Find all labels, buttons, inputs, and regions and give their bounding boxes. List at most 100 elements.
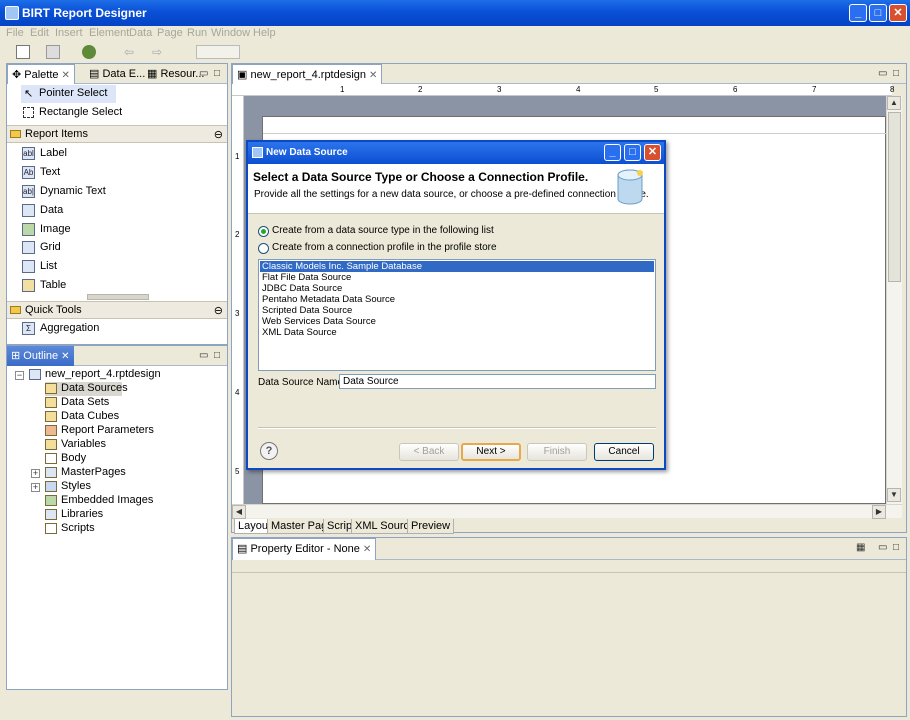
table-icon xyxy=(22,279,35,292)
close-icon[interactable]: ✕ xyxy=(889,4,907,22)
tab-report-design[interactable]: ▣ new_report_4.rptdesign ✕ xyxy=(232,64,383,84)
tree-item-data-sources[interactable]: Data SourcesData Sources.. xyxy=(45,382,128,396)
menu-page[interactable]: Page xyxy=(157,27,183,39)
vertical-ruler: 1 2 3 4 5 xyxy=(232,96,244,504)
quick-tools-header[interactable]: Quick Tools ⊖ xyxy=(7,301,227,319)
libraries-icon xyxy=(45,509,57,520)
palette-item-aggregation[interactable]: Σ Aggregation xyxy=(22,320,142,338)
radio-data-source-type[interactable] xyxy=(258,226,269,237)
next-button[interactable]: Next > xyxy=(461,443,521,461)
list-item[interactable]: Pentaho Metadata Data Source xyxy=(260,294,654,305)
page-margin-line xyxy=(263,133,887,134)
property-divider xyxy=(232,572,906,573)
data-source-name-label: Data Source Name: xyxy=(258,377,346,388)
list-item[interactable]: Scripted Data Source xyxy=(260,305,654,316)
maximize-panel-icon[interactable]: □ xyxy=(893,542,899,553)
tab-palette[interactable]: ✥ Palette ✕ xyxy=(7,64,75,84)
list-item[interactable]: Web Services Data Source xyxy=(260,316,654,327)
menu-data[interactable]: Data xyxy=(129,27,152,39)
palette-item-table[interactable]: Table xyxy=(22,277,142,295)
menu-element[interactable]: Element xyxy=(89,27,129,39)
palette-item-data[interactable]: Data xyxy=(22,202,142,220)
radio-connection-profile-label[interactable]: Create from a connection profile in the … xyxy=(272,242,497,253)
tab-outline[interactable]: ⊞ Outline ✕ xyxy=(7,346,74,366)
menu-help[interactable]: Help xyxy=(253,27,276,39)
scroll-thumb[interactable] xyxy=(888,112,901,282)
collapse-icon[interactable]: ⊖ xyxy=(214,128,223,141)
data-source-type-list[interactable]: Classic Models Inc. Sample Database Flat… xyxy=(258,259,656,371)
scroll-down-icon[interactable]: ▼ xyxy=(887,488,901,502)
menu-edit[interactable]: Edit xyxy=(30,27,49,39)
image-icon xyxy=(22,223,35,236)
run-icon[interactable] xyxy=(82,45,96,59)
palette-item-text[interactable]: Ab Text xyxy=(22,164,142,182)
forward-arrow-icon[interactable]: ⇨ xyxy=(152,45,166,59)
pointer-select-tool[interactable]: ↖ Pointer Select xyxy=(21,85,116,103)
maximize-panel-icon[interactable]: □ xyxy=(214,68,220,79)
maximize-icon[interactable]: □ xyxy=(624,144,641,161)
menu-insert[interactable]: Insert xyxy=(55,27,83,39)
palette-item-grid[interactable]: Grid xyxy=(22,239,142,257)
tab-property-editor[interactable]: ▤ Property Editor - None ✕ xyxy=(232,538,377,560)
menu-file[interactable]: File xyxy=(6,27,24,39)
data-source-name-input[interactable]: Data Source xyxy=(339,374,656,389)
property-toolbar-icon[interactable]: ▦ xyxy=(856,542,865,553)
menu-window[interactable]: Window xyxy=(211,27,250,39)
palette-item-label[interactable]: abl Label xyxy=(22,145,142,163)
tab-data-explorer[interactable]: ▤ Data E... xyxy=(85,64,149,84)
dynamic-text-icon: ab| xyxy=(22,185,35,198)
minimize-panel-icon[interactable]: ▭ xyxy=(199,68,208,79)
minimize-icon[interactable]: _ xyxy=(604,144,621,161)
scroll-right-icon[interactable]: ▶ xyxy=(872,505,886,519)
editor-horizontal-scrollbar[interactable]: ◀ ▶ xyxy=(232,504,902,519)
dialog-title-bar[interactable]: New Data Source _ □ ✕ xyxy=(248,142,664,164)
menu-bar: File Edit Insert Element Data Page Run W… xyxy=(0,26,910,42)
help-icon[interactable]: ? xyxy=(260,442,278,460)
back-arrow-icon[interactable]: ⇦ xyxy=(124,45,138,59)
minimize-icon[interactable]: _ xyxy=(849,4,867,22)
outline-panel: ⊞ Outline ✕ ▭ □ − new_report_4.rptdesign … xyxy=(6,345,228,690)
report-items-header[interactable]: Report Items ⊖ xyxy=(7,125,227,143)
list-item[interactable]: JDBC Data Source xyxy=(260,283,654,294)
new-file-icon[interactable] xyxy=(16,45,30,59)
maximize-panel-icon[interactable]: □ xyxy=(214,350,220,361)
rectangle-select-tool[interactable]: Rectangle Select xyxy=(21,104,141,122)
collapse-tree-icon[interactable]: − xyxy=(15,371,24,380)
save-icon[interactable] xyxy=(46,45,60,59)
list-item[interactable]: Flat File Data Source xyxy=(260,272,654,283)
palette-item-list[interactable]: List xyxy=(22,258,142,276)
text-icon: Ab xyxy=(22,166,35,179)
list-item[interactable]: Classic Models Inc. Sample Database xyxy=(260,261,654,272)
cancel-button[interactable]: Cancel xyxy=(594,443,654,461)
maximize-icon[interactable]: □ xyxy=(869,4,887,22)
list-item[interactable]: XML Data Source xyxy=(260,327,654,338)
maximize-panel-icon[interactable]: □ xyxy=(893,68,899,79)
minimize-panel-icon[interactable]: ▭ xyxy=(878,68,887,79)
palette-item-image[interactable]: Image xyxy=(22,221,142,239)
scroll-up-icon[interactable]: ▲ xyxy=(887,96,901,110)
radio-data-source-type-label[interactable]: Create from a data source type in the fo… xyxy=(272,225,494,236)
collapse-icon[interactable]: ⊖ xyxy=(214,304,223,317)
expand-tree-icon[interactable]: + xyxy=(31,483,40,492)
title-bar[interactable]: BIRT Report Designer _ □ ✕ xyxy=(0,0,910,26)
minimize-panel-icon[interactable]: ▭ xyxy=(199,350,208,361)
ruler-number: 2 xyxy=(235,230,240,239)
expand-tree-icon[interactable]: + xyxy=(31,469,40,478)
ruler-number: 5 xyxy=(654,85,659,94)
zoom-combo[interactable] xyxy=(196,45,240,59)
toolbar: ⇦ ⇨ xyxy=(0,42,910,62)
label-icon: abl xyxy=(22,147,35,160)
tab-preview[interactable]: Preview xyxy=(407,519,455,534)
data-icon xyxy=(22,204,35,217)
minimize-panel-icon[interactable]: ▭ xyxy=(878,542,887,553)
scroll-left-icon[interactable]: ◀ xyxy=(232,505,246,519)
finish-button[interactable]: Finish xyxy=(527,443,587,461)
menu-run[interactable]: Run xyxy=(187,27,207,39)
radio-connection-profile[interactable] xyxy=(258,243,269,254)
back-button[interactable]: < Back xyxy=(399,443,459,461)
palette-scroll-indicator[interactable] xyxy=(87,294,149,300)
close-icon[interactable]: ✕ xyxy=(644,144,661,161)
palette-item-dynamic-text[interactable]: ab| Dynamic Text xyxy=(22,183,142,201)
editor-vertical-scrollbar[interactable]: ▲ ▼ xyxy=(886,96,902,504)
app-window: BIRT Report Designer _ □ ✕ File Edit Ins… xyxy=(0,0,910,720)
